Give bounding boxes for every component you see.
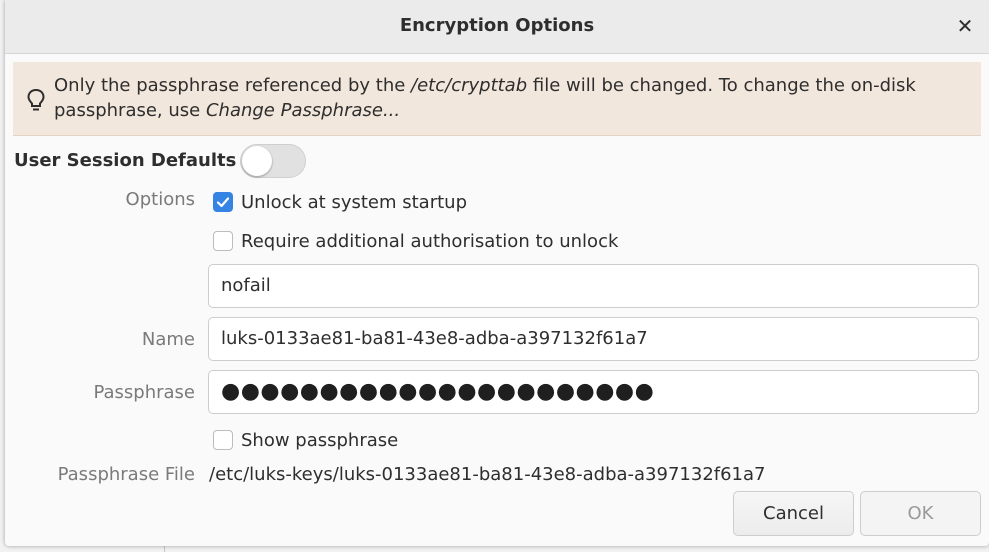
checkmark-icon — [216, 197, 230, 208]
ok-button[interactable]: OK — [860, 491, 981, 536]
info-text-before: Only the passphrase referenced by the — [54, 75, 412, 96]
close-button[interactable]: ✕ — [951, 12, 979, 40]
encryption-options-dialog: Encryption Options ✕ Only the passphrase… — [5, 0, 989, 546]
crypttab-path: /etc/crypttab — [411, 75, 528, 96]
require-auth-checkbox[interactable]: Require additional authorisation to unlo… — [213, 229, 618, 253]
require-auth-label: Require additional authorisation to unlo… — [241, 230, 619, 252]
checkbox-box — [213, 192, 233, 212]
passphrase-mask: ●●●●●●●●●●●●●●●●●●●●●● — [221, 379, 655, 404]
lightbulb-icon — [27, 88, 45, 111]
unlock-at-startup-checkbox[interactable]: Unlock at system startup — [213, 190, 467, 214]
unlock-at-startup-label: Unlock at system startup — [241, 191, 468, 213]
info-bar: Only the passphrase referenced by the /e… — [13, 62, 981, 136]
switch-knob — [242, 146, 272, 176]
options-label: Options — [125, 189, 195, 210]
passphrase-input[interactable]: ●●●●●●●●●●●●●●●●●●●●●● — [208, 370, 979, 414]
passphrase-file-label: Passphrase File — [57, 464, 195, 485]
user-session-defaults-switch[interactable] — [240, 144, 306, 178]
passphrase-label: Passphrase — [93, 382, 195, 403]
dialog-title: Encryption Options — [399, 15, 595, 36]
name-input[interactable]: luks-0133ae81-ba81-43e8-adba-a397132f61a… — [208, 317, 979, 361]
show-passphrase-label: Show passphrase — [241, 429, 399, 451]
change-passphrase-action: Change Passphrase... — [205, 100, 401, 121]
checkbox-box — [213, 231, 233, 251]
checkbox-box — [213, 430, 233, 450]
cancel-button[interactable]: Cancel — [733, 491, 854, 536]
show-passphrase-checkbox[interactable]: Show passphrase — [213, 428, 398, 452]
dialog-titlebar: Encryption Options ✕ — [5, 0, 989, 54]
options-input[interactable]: nofail — [208, 264, 979, 308]
close-icon: ✕ — [956, 14, 974, 38]
name-label: Name — [141, 329, 195, 350]
passphrase-file-value: /etc/luks-keys/luks-0133ae81-ba81-43e8-a… — [209, 464, 766, 485]
user-session-defaults-label: User Session Defaults — [14, 150, 237, 171]
info-message: Only the passphrase referenced by the /e… — [54, 73, 969, 123]
